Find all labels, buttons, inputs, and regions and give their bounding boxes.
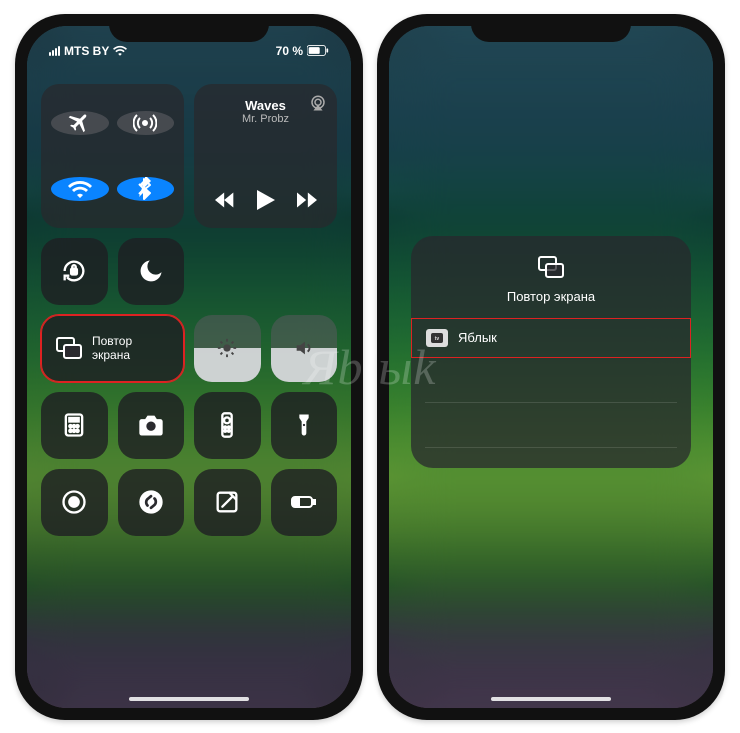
volume-slider[interactable] (271, 315, 337, 382)
volume-icon (293, 337, 315, 359)
track-artist: Mr. Probz (242, 113, 289, 125)
connectivity-group[interactable] (41, 84, 184, 228)
empty-row (411, 403, 691, 447)
now-playing-tile[interactable]: Waves Mr. Probz (194, 84, 337, 228)
shazam-button[interactable] (118, 469, 185, 536)
cellular-signal-icon (49, 46, 60, 56)
quick-note-button[interactable] (194, 469, 261, 536)
airplane-mode-button[interactable] (51, 111, 109, 135)
orientation-lock-button[interactable] (41, 238, 108, 305)
play-button[interactable] (257, 190, 275, 210)
flashlight-button[interactable] (271, 392, 338, 459)
screen-mirroring-panel: Повтор экрана tv Яблык (411, 236, 691, 468)
screen-mirroring-icon (538, 254, 564, 280)
screen-left: MTS BY 70 % (27, 26, 351, 708)
previous-track-button[interactable] (215, 192, 235, 208)
apple-tv-icon: tv (426, 329, 448, 347)
mirror-panel-header: Повтор экрана (411, 236, 691, 318)
screen-mirroring-button[interactable]: Повтор экрана (41, 315, 184, 382)
apple-tv-remote-button[interactable] (194, 392, 261, 459)
home-indicator[interactable] (129, 697, 249, 701)
screen-mirroring-icon (56, 337, 82, 359)
wifi-button[interactable] (51, 177, 109, 201)
notch (109, 14, 269, 42)
separator (425, 447, 677, 448)
camera-button[interactable] (118, 392, 185, 459)
screen-mirror-label-2: экрана (92, 348, 132, 362)
calculator-button[interactable] (41, 392, 108, 459)
control-center: Waves Mr. Probz (27, 26, 351, 708)
screen-right: Повтор экрана tv Яблык (389, 26, 713, 708)
svg-text:tv: tv (435, 336, 440, 342)
brightness-slider[interactable] (194, 315, 260, 382)
low-power-mode-button[interactable] (271, 469, 338, 536)
phone-frame-left: MTS BY 70 % (15, 14, 363, 720)
wifi-status-icon (113, 45, 127, 56)
track-title: Waves (242, 98, 289, 114)
airplay-device-row[interactable]: tv Яблык (411, 318, 691, 358)
screen-mirror-label-1: Повтор (92, 334, 132, 348)
phone-frame-right: Повтор экрана tv Яблык (377, 14, 725, 720)
do-not-disturb-button[interactable] (118, 238, 185, 305)
home-indicator[interactable] (491, 697, 611, 701)
bluetooth-button[interactable] (117, 177, 175, 201)
battery-pct-label: 70 % (276, 44, 303, 58)
device-name-label: Яблык (458, 330, 497, 345)
airplay-audio-icon[interactable] (309, 94, 327, 117)
empty-row (411, 358, 691, 402)
airdrop-button[interactable] (117, 111, 175, 135)
notch (471, 14, 631, 42)
mirror-panel-title: Повтор экрана (411, 289, 691, 304)
battery-icon (307, 45, 329, 56)
next-track-button[interactable] (297, 192, 317, 208)
screen-record-button[interactable] (41, 469, 108, 536)
carrier-label: MTS BY (64, 44, 109, 58)
brightness-icon (216, 337, 238, 359)
